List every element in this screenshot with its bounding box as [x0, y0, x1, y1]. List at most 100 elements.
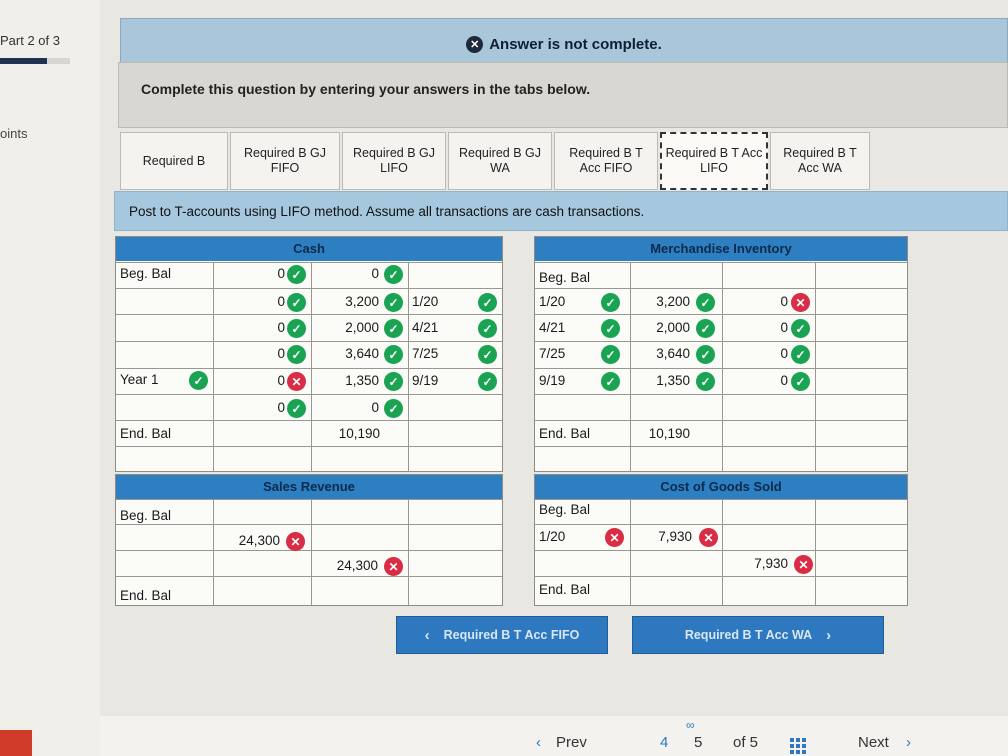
inv-credit-cell[interactable]: 0 [750, 294, 788, 309]
tab-required-b-t-acc-wa[interactable]: Required B T Acc WA [770, 132, 870, 190]
chevron-right-icon: › [906, 734, 911, 751]
cash-date-cell[interactable]: 1/20 [412, 294, 452, 309]
sales-label-beg: Beg. Bal [120, 508, 172, 523]
x-icon: ✕ [287, 372, 306, 391]
next-button[interactable]: Next [858, 734, 889, 751]
inv-credit-cell[interactable]: 0 [750, 320, 788, 335]
grid-icon[interactable] [790, 738, 806, 754]
grid-line [213, 499, 214, 605]
prev-tab-label: Required B T Acc FIFO [443, 628, 580, 642]
tab-required-b-gj-fifo[interactable]: Required B GJ FIFO [230, 132, 340, 190]
tab-required-b[interactable]: Required B [120, 132, 228, 190]
check-icon: ✓ [601, 372, 620, 391]
cash-debit-cell[interactable]: 0 [225, 266, 285, 281]
grid-line [116, 341, 502, 342]
cash-credit-cell[interactable]: 1,350 [315, 373, 379, 388]
inv-credit-cell[interactable]: 0 [750, 373, 788, 388]
cash-debit-cell[interactable]: 0 [225, 294, 285, 309]
inv-date-cell[interactable]: 4/21 [539, 320, 579, 335]
check-icon: ✓ [791, 372, 810, 391]
grid-line [535, 314, 907, 315]
check-icon: ✓ [696, 319, 715, 338]
check-icon: ✓ [478, 345, 497, 364]
cogs-value-1[interactable]: 7,930 [626, 529, 692, 544]
grid-line [535, 524, 907, 525]
sales-value-1[interactable]: 24,300 [214, 533, 280, 548]
inv-date-cell[interactable]: 9/19 [539, 373, 579, 388]
grid-line [535, 262, 907, 263]
inv-debit-cell[interactable]: 2,000 [626, 320, 690, 335]
grid-line [815, 262, 816, 472]
check-icon: ✓ [601, 345, 620, 364]
tab-required-b-gj-wa[interactable]: Required B GJ WA [448, 132, 552, 190]
cash-credit-cell[interactable]: 2,000 [315, 320, 379, 335]
cogs-date-1[interactable]: 1/20 [539, 529, 565, 544]
cash-date-cell[interactable]: 4/21 [412, 320, 452, 335]
grid-line [116, 368, 502, 369]
check-icon: ✓ [384, 293, 403, 312]
check-icon: ✓ [189, 371, 208, 390]
inv-credit-cell[interactable]: 0 [750, 346, 788, 361]
cash-credit-cell[interactable]: 3,200 [315, 294, 379, 309]
tab-required-b-t-acc-fifo[interactable]: Required B T Acc FIFO [554, 132, 658, 190]
check-icon: ✓ [384, 345, 403, 364]
tab-required-b-gj-lifo[interactable]: Required B GJ LIFO [342, 132, 446, 190]
cash-end-balance[interactable]: 10,190 [312, 426, 380, 441]
check-icon: ✓ [384, 399, 403, 418]
prev-tab-button[interactable]: ‹ Required B T Acc FIFO [396, 616, 608, 654]
answer-status-text: Answer is not complete. [489, 35, 662, 53]
x-icon: ✕ [699, 528, 718, 547]
cash-date-cell[interactable]: 9/19 [412, 373, 452, 388]
x-icon: ✕ [384, 557, 403, 576]
grid-line [116, 524, 502, 525]
page-number-current[interactable]: 4 [660, 734, 668, 751]
instruction-bar: Post to T-accounts using LIFO method. As… [114, 191, 1008, 231]
grid-line [722, 262, 723, 472]
cogs-label-end: End. Bal [539, 582, 591, 597]
check-icon: ✓ [791, 319, 810, 338]
grid-line [116, 394, 502, 395]
red-corner-button[interactable] [0, 730, 32, 756]
cash-label-end: End. Bal [120, 426, 172, 441]
grid-line [116, 314, 502, 315]
grid-line [311, 499, 312, 605]
check-icon: ✓ [287, 345, 306, 364]
cash-debit-cell[interactable]: 0 [225, 320, 285, 335]
sales-title: Sales Revenue [116, 475, 502, 499]
cash-date-cell[interactable]: 7/25 [412, 346, 452, 361]
inv-date-cell[interactable]: 7/25 [539, 346, 579, 361]
cogs-value-2[interactable]: 7,930 [722, 556, 788, 571]
link-icon: ∞ [686, 718, 695, 732]
inv-end-balance[interactable]: 10,190 [624, 426, 690, 441]
cash-debit-cell[interactable]: 0 [225, 400, 285, 415]
inv-date-cell[interactable]: 1/20 [539, 294, 579, 309]
cogs-title: Cost of Goods Sold [535, 475, 907, 499]
page-count: of 5 [733, 734, 759, 751]
chevron-left-icon: ‹ [536, 734, 541, 751]
sales-value-2[interactable]: 24,300 [312, 558, 378, 573]
inv-debit-cell[interactable]: 1,350 [626, 373, 690, 388]
cash-label-year1: Year 1 [120, 372, 159, 387]
grid-line [408, 499, 409, 605]
cash-credit-cell[interactable]: 0 [315, 266, 379, 281]
check-icon: ✓ [287, 265, 306, 284]
inv-debit-cell[interactable]: 3,200 [626, 294, 690, 309]
prev-button[interactable]: Prev [556, 734, 587, 751]
grid-line [535, 576, 907, 577]
check-icon: ✓ [791, 345, 810, 364]
grid-line [116, 262, 502, 263]
grid-line [213, 262, 214, 472]
grid-line [116, 446, 502, 447]
cash-debit-cell[interactable]: 0 [225, 346, 285, 361]
page-number-next[interactable]: 5 [694, 734, 702, 751]
cash-credit-cell[interactable]: 3,640 [315, 346, 379, 361]
grid-line [815, 499, 816, 605]
cash-credit-cell[interactable]: 0 [315, 400, 379, 415]
check-icon: ✓ [696, 372, 715, 391]
cash-debit-cell[interactable]: 0 [225, 373, 285, 388]
next-tab-button[interactable]: Required B T Acc WA › [632, 616, 884, 654]
inv-debit-cell[interactable]: 3,640 [626, 346, 690, 361]
x-icon: ✕ [286, 532, 305, 551]
x-circle-icon: ✕ [466, 35, 484, 53]
tab-required-b-t-acc-lifo[interactable]: Required B T Acc LIFO [660, 132, 768, 190]
